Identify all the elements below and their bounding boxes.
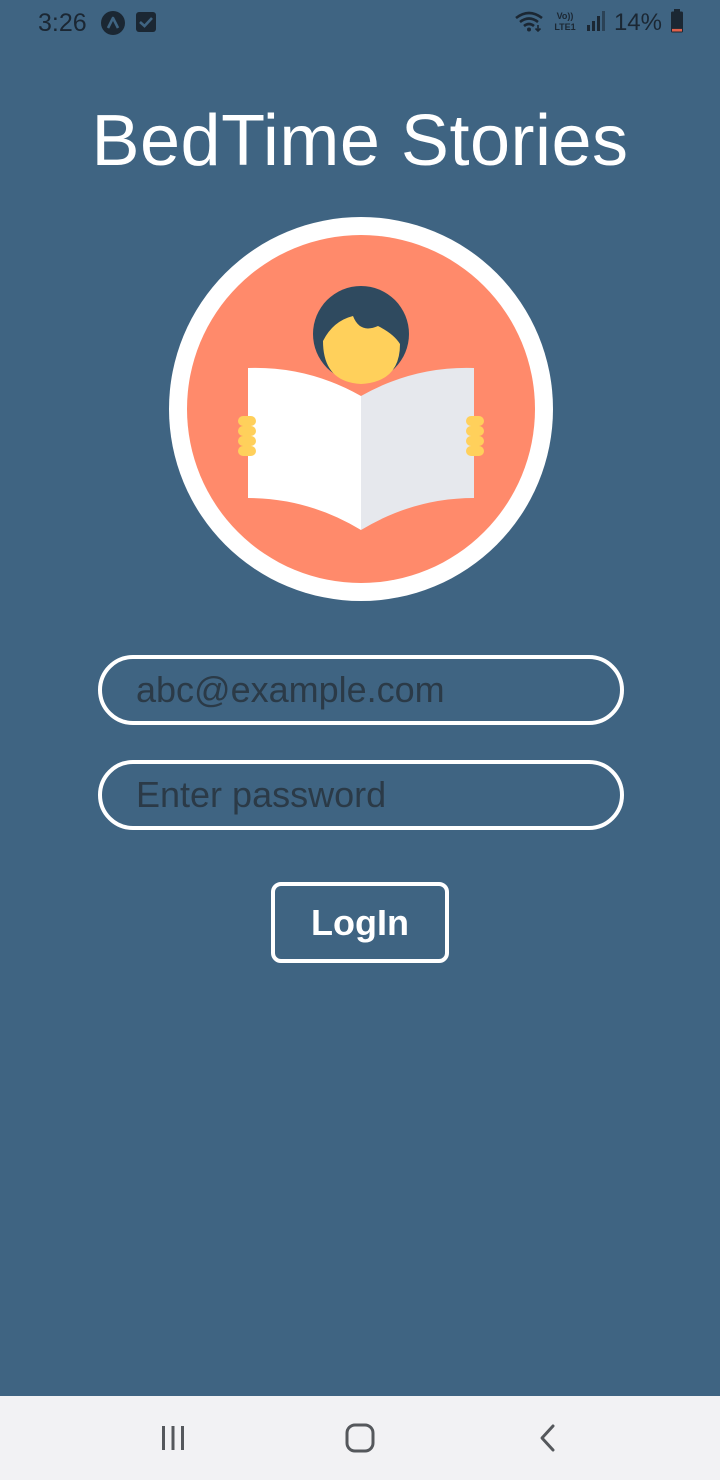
navigation-bar [0,1396,720,1480]
app-title: BedTime Stories [91,101,629,181]
battery-icon [670,8,684,38]
status-time: 3:26 [38,9,87,37]
recent-apps-icon [162,1426,184,1450]
email-input[interactable] [98,655,624,725]
back-button[interactable] [518,1414,578,1462]
volte-icon: Vo)) LTE1 [552,9,578,38]
app-a-icon [101,11,125,35]
password-input[interactable] [98,760,624,830]
svg-text:Vo)): Vo)) [557,11,574,21]
svg-text:LTE1: LTE1 [554,22,575,32]
back-icon [540,1424,555,1452]
app-logo [168,216,554,602]
status-right-group: Vo)) LTE1 14% [514,8,684,38]
login-button[interactable]: LogIn [271,882,449,963]
status-bar: 3:26 Vo)) LTE1 14% [0,0,720,46]
wifi-icon [514,10,544,37]
home-button[interactable] [330,1414,390,1462]
recent-apps-button[interactable] [143,1414,203,1462]
signal-icon [586,10,606,37]
check-square-icon [135,11,159,35]
battery-percent: 14% [613,9,662,36]
home-icon [345,1423,375,1453]
reading-child-book-icon [169,217,553,601]
